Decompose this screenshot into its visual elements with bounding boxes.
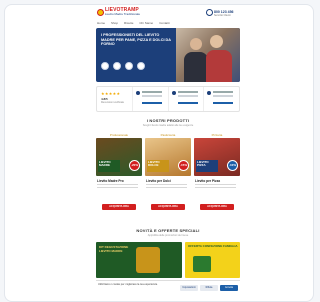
cookie-settings-button[interactable]: Impostazioni — [180, 285, 198, 291]
support-text-lines — [213, 91, 234, 93]
buy-button[interactable]: ACQUISTA ORA — [102, 204, 136, 210]
logo-tagline: Lievito Madre Tradizionale — [105, 12, 141, 16]
trust-item-shipping — [133, 87, 169, 111]
lock-icon — [171, 91, 176, 95]
product-image[interactable]: LIEVITO DOLCE -15% — [145, 138, 191, 176]
cookie-accept-button[interactable]: Accetta — [220, 285, 238, 291]
product-bag-image — [136, 247, 160, 273]
promo-family-text: OFFERTA CONFEZIONE FAMIGLIA — [188, 244, 238, 248]
promo-banner-family[interactable]: OFFERTA CONFEZIONE FAMIGLIA — [185, 242, 240, 278]
product-image[interactable]: LIEVITO MADRE -20% — [96, 138, 142, 176]
product-description — [146, 184, 187, 190]
promo-kit-text: KIT DEGUSTAZIONE LIEVITO MADRE — [99, 245, 129, 253]
product-card[interactable]: Pasticceria LIEVITO DOLCE -15% Lievito p… — [145, 132, 191, 216]
shipping-text-lines — [141, 91, 162, 93]
phone-caption: Servizio Clienti — [214, 14, 231, 17]
nav-item-home[interactable]: Home — [97, 20, 105, 26]
quality-badge-icon — [101, 62, 109, 70]
products-section-subtitle: Scegli il lievito madre adatto alle tue … — [142, 124, 194, 127]
product-name[interactable]: Lievito per Pizza — [194, 179, 240, 183]
product-list: Professionale LIEVITO MADRE -20% Lievito… — [96, 132, 240, 216]
discount-badge: -15% — [178, 160, 189, 171]
buy-button[interactable]: ACQUISTA ORA — [151, 204, 185, 210]
product-banner: LIEVITO MADRE — [98, 160, 120, 172]
rating-block: ★★★★★ 4.8/5 Recensioni verificate — [97, 87, 133, 111]
cookie-banner: Utilizziamo i cookie per migliorare la t… — [96, 280, 240, 296]
photo-face-1 — [190, 38, 202, 50]
cookie-reject-button[interactable]: Rifiuta — [200, 285, 218, 291]
rating-stars-icon: ★★★★★ — [101, 91, 121, 96]
trust-item-payment — [169, 87, 205, 111]
product-image[interactable]: LIEVITO PIZZA -10% — [194, 138, 240, 176]
support-icon — [207, 91, 212, 95]
nav-item-chi-siamo[interactable]: Chi Siamo — [139, 20, 153, 26]
product-card[interactable]: Professionale LIEVITO MADRE -20% Lievito… — [96, 132, 142, 216]
promo-row: KIT DEGUSTAZIONE LIEVITO MADRE OFFERTA C… — [96, 242, 240, 278]
product-banner: LIEVITO DOLCE — [147, 160, 169, 172]
truck-icon — [135, 91, 140, 95]
trust-item-support — [204, 87, 239, 111]
photo-person-2 — [206, 50, 232, 82]
hero-badges — [101, 62, 145, 70]
products-section-title: I NOSTRI PRODOTTI — [146, 118, 190, 123]
promos-section-subtitle: Approfitta delle promozioni del mese — [147, 234, 189, 237]
product-banner: LIEVITO PIZZA — [196, 160, 218, 172]
phone-icon — [206, 9, 213, 16]
rating-caption: Recensioni verificate — [101, 101, 125, 104]
hero-photo — [176, 28, 240, 82]
nav-item-ricette[interactable]: Ricette — [124, 20, 133, 26]
promos-section-title: NOVITÀ E OFFERTE SPECIALI — [136, 228, 200, 233]
product-card[interactable]: Pizzeria LIEVITO PIZZA -10% Lievito per … — [194, 132, 240, 216]
webpage-preview: LIEVOTRAMP Lievito Madre Tradizionale 80… — [96, 6, 240, 296]
photo-face-2 — [210, 35, 223, 48]
product-description — [97, 184, 138, 190]
product-name[interactable]: Lievito per Dolci — [145, 179, 191, 183]
award-badge-icon — [137, 62, 145, 70]
logo-icon[interactable] — [97, 9, 104, 16]
cookie-actions: Impostazioni Rifiuta Accetta — [180, 285, 238, 291]
nav-item-contatti[interactable]: Contatti — [159, 20, 169, 26]
photo-person-1 — [184, 52, 208, 82]
product-name[interactable]: Lievito Madre Pro — [96, 179, 142, 183]
nav-item-shop[interactable]: Shop — [111, 20, 118, 26]
cookie-text: Utilizziamo i cookie per migliorare la t… — [98, 283, 158, 286]
product-description — [195, 184, 236, 190]
buy-button[interactable]: ACQUISTA ORA — [200, 204, 234, 210]
hero-title: I PROFESSIONISTI DEL LIEVITO MADRE PER P… — [101, 33, 171, 47]
payment-text-lines — [177, 91, 198, 93]
discount-badge: -20% — [129, 160, 140, 171]
hero-banner[interactable]: I PROFESSIONISTI DEL LIEVITO MADRE PER P… — [96, 28, 240, 82]
product-pack-image — [193, 256, 211, 272]
main-nav: Home Shop Ricette Chi Siamo Contatti — [96, 20, 240, 26]
promo-banner-kit[interactable]: KIT DEGUSTAZIONE LIEVITO MADRE — [96, 242, 182, 278]
discount-badge: -10% — [227, 160, 238, 171]
italy-badge-icon — [125, 62, 133, 70]
trust-bar: ★★★★★ 4.8/5 Recensioni verificate — [96, 86, 240, 112]
organic-badge-icon — [113, 62, 121, 70]
